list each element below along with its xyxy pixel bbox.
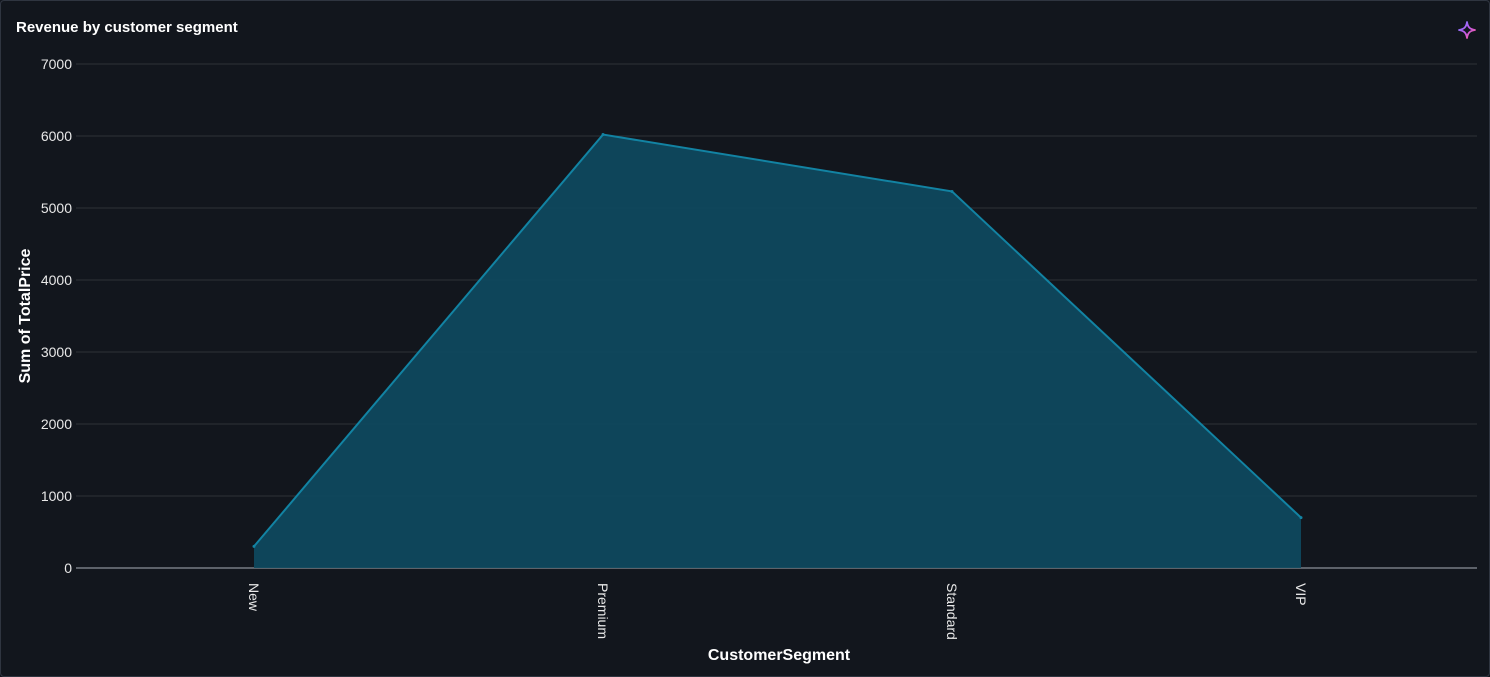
- y-tick-label: 2000: [41, 416, 72, 432]
- data-point[interactable]: [252, 544, 256, 548]
- data-point[interactable]: [1299, 516, 1303, 520]
- y-tick-label: 1000: [41, 488, 72, 504]
- y-tick-label: 7000: [41, 56, 72, 72]
- chart-card: Revenue by customer segment 0 1000 2000 300…: [0, 0, 1490, 677]
- y-tick-label: 6000: [41, 128, 72, 144]
- x-tick-label: Standard: [944, 583, 960, 640]
- y-tick-label: 0: [64, 560, 72, 576]
- chart-plot-area: 0 1000 2000 3000 4000 5000 6000 7000 New Premium…: [17, 56, 1477, 664]
- y-tick-label: 4000: [41, 272, 72, 288]
- data-point[interactable]: [601, 133, 605, 137]
- x-axis-ticks: New Premium Standard VIP: [246, 583, 1309, 640]
- y-tick-label: 3000: [41, 344, 72, 360]
- data-point[interactable]: [950, 189, 954, 193]
- y-axis-ticks: 0 1000 2000 3000 4000 5000 6000 7000: [41, 56, 72, 576]
- x-tick-label: Premium: [595, 583, 611, 639]
- x-axis-label: CustomerSegment: [708, 647, 851, 664]
- y-axis-label: Sum of TotalPrice: [17, 248, 34, 383]
- y-tick-label: 5000: [41, 200, 72, 216]
- x-tick-label: New: [246, 583, 262, 612]
- area-series: [252, 133, 1303, 568]
- area-fill: [254, 134, 1301, 568]
- x-tick-label: VIP: [1293, 583, 1309, 606]
